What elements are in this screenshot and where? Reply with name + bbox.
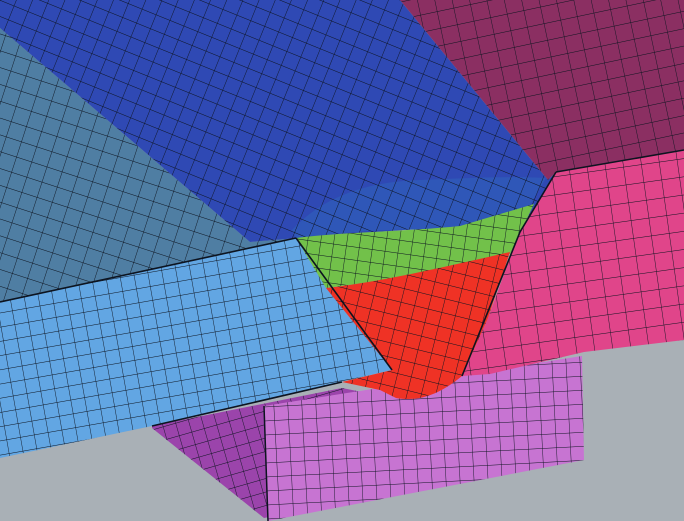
fem-mesh-viewport[interactable]: [0, 0, 684, 521]
weld-mesh-scene: [0, 0, 684, 521]
